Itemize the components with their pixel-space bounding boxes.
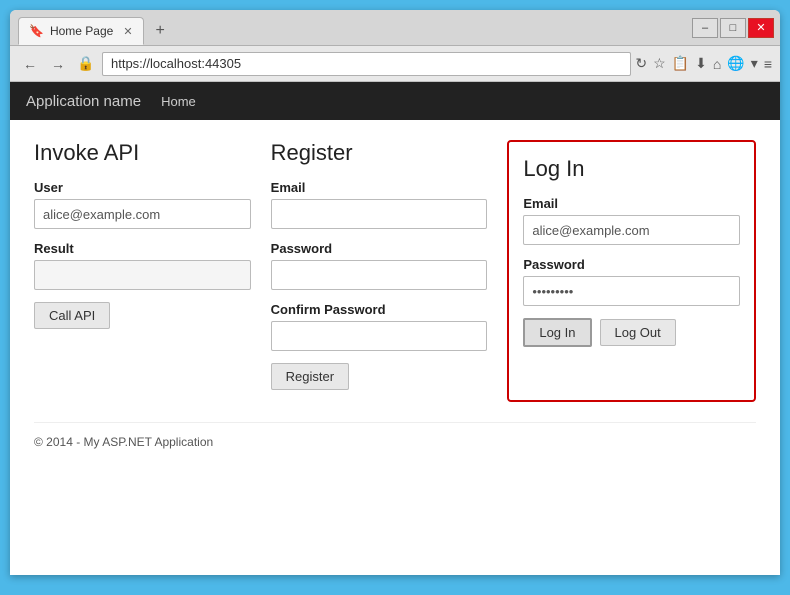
- toolbar-icons: ↻ ☆ 📋 ⬇ ⌂ 🌐 ▾ ≡: [635, 55, 772, 72]
- home-icon[interactable]: ⌂: [713, 56, 721, 72]
- login-button[interactable]: Log In: [523, 318, 591, 347]
- address-bar: ← → 🔒 ↻ ☆ 📋 ⬇ ⌂ 🌐 ▾ ≡: [10, 46, 780, 82]
- app-name-label: Application name: [26, 93, 141, 110]
- tab-favicon: 🔖: [29, 24, 44, 38]
- login-email-label: Email: [523, 196, 740, 211]
- tab-close-btn[interactable]: ✕: [123, 25, 132, 38]
- nav-home-link[interactable]: Home: [161, 94, 196, 109]
- maximize-button[interactable]: □: [720, 18, 746, 38]
- login-password-label: Password: [523, 257, 740, 272]
- login-password-group: Password: [523, 257, 740, 306]
- dropdown-icon[interactable]: ▾: [751, 55, 758, 72]
- star-icon[interactable]: ☆: [653, 55, 666, 72]
- register-email-input[interactable]: [271, 199, 488, 229]
- login-title: Log In: [523, 156, 740, 182]
- result-label: Result: [34, 241, 251, 256]
- browser-window: 🔖 Home Page ✕ + – □ ✕ ← → 🔒 ↻ ☆ 📋 ⬇ ⌂ 🌐 …: [10, 10, 780, 575]
- result-input: [34, 260, 251, 290]
- title-bar: 🔖 Home Page ✕ + – □ ✕: [10, 10, 780, 46]
- result-field-group: Result: [34, 241, 251, 290]
- forward-button[interactable]: →: [46, 52, 70, 76]
- footer-text: © 2014 - My ASP.NET Application: [34, 435, 213, 449]
- lock-icon: 🔒: [74, 52, 98, 76]
- window-controls: – □ ✕: [692, 10, 780, 45]
- register-confirm-input[interactable]: [271, 321, 488, 351]
- user-input[interactable]: [34, 199, 251, 229]
- register-btn-group: Register: [271, 363, 488, 390]
- invoke-api-title: Invoke API: [34, 140, 251, 166]
- extensions-icon[interactable]: 🌐: [727, 55, 744, 72]
- register-confirm-label: Confirm Password: [271, 302, 488, 317]
- minimize-button[interactable]: –: [692, 18, 718, 38]
- tabs-area: 🔖 Home Page ✕ +: [10, 10, 692, 45]
- refresh-icon[interactable]: ↻: [635, 55, 647, 72]
- user-label: User: [34, 180, 251, 195]
- register-confirm-group: Confirm Password: [271, 302, 488, 351]
- login-password-input[interactable]: [523, 276, 740, 306]
- login-email-input[interactable]: [523, 215, 740, 245]
- active-tab[interactable]: 🔖 Home Page ✕: [18, 17, 144, 45]
- call-api-button[interactable]: Call API: [34, 302, 110, 329]
- register-title: Register: [271, 140, 488, 166]
- register-email-label: Email: [271, 180, 488, 195]
- register-button[interactable]: Register: [271, 363, 349, 390]
- close-button[interactable]: ✕: [748, 18, 774, 38]
- login-section: Log In Email Password Log In Log Out: [507, 140, 756, 402]
- page-footer: © 2014 - My ASP.NET Application: [34, 422, 756, 449]
- login-email-group: Email: [523, 196, 740, 245]
- invoke-api-section: Invoke API User Result Call API: [34, 140, 271, 402]
- logout-button[interactable]: Log Out: [600, 319, 676, 346]
- register-password-group: Password: [271, 241, 488, 290]
- register-section: Register Email Password Confirm Password…: [271, 140, 508, 402]
- back-button[interactable]: ←: [18, 52, 42, 76]
- call-api-btn-group: Call API: [34, 302, 251, 329]
- columns-layout: Invoke API User Result Call API Register…: [34, 140, 756, 402]
- new-tab-btn[interactable]: +: [148, 18, 173, 44]
- page-content: Invoke API User Result Call API Register…: [10, 120, 780, 575]
- download-icon[interactable]: ⬇: [695, 55, 707, 72]
- register-email-group: Email: [271, 180, 488, 229]
- user-field-group: User: [34, 180, 251, 229]
- app-navbar: Application name Home: [10, 82, 780, 120]
- register-password-label: Password: [271, 241, 488, 256]
- login-buttons-group: Log In Log Out: [523, 318, 740, 347]
- address-input[interactable]: [102, 52, 631, 76]
- register-password-input[interactable]: [271, 260, 488, 290]
- tab-title: Home Page: [50, 24, 113, 38]
- menu-icon[interactable]: ≡: [764, 56, 772, 72]
- clipboard-icon[interactable]: 📋: [672, 55, 689, 72]
